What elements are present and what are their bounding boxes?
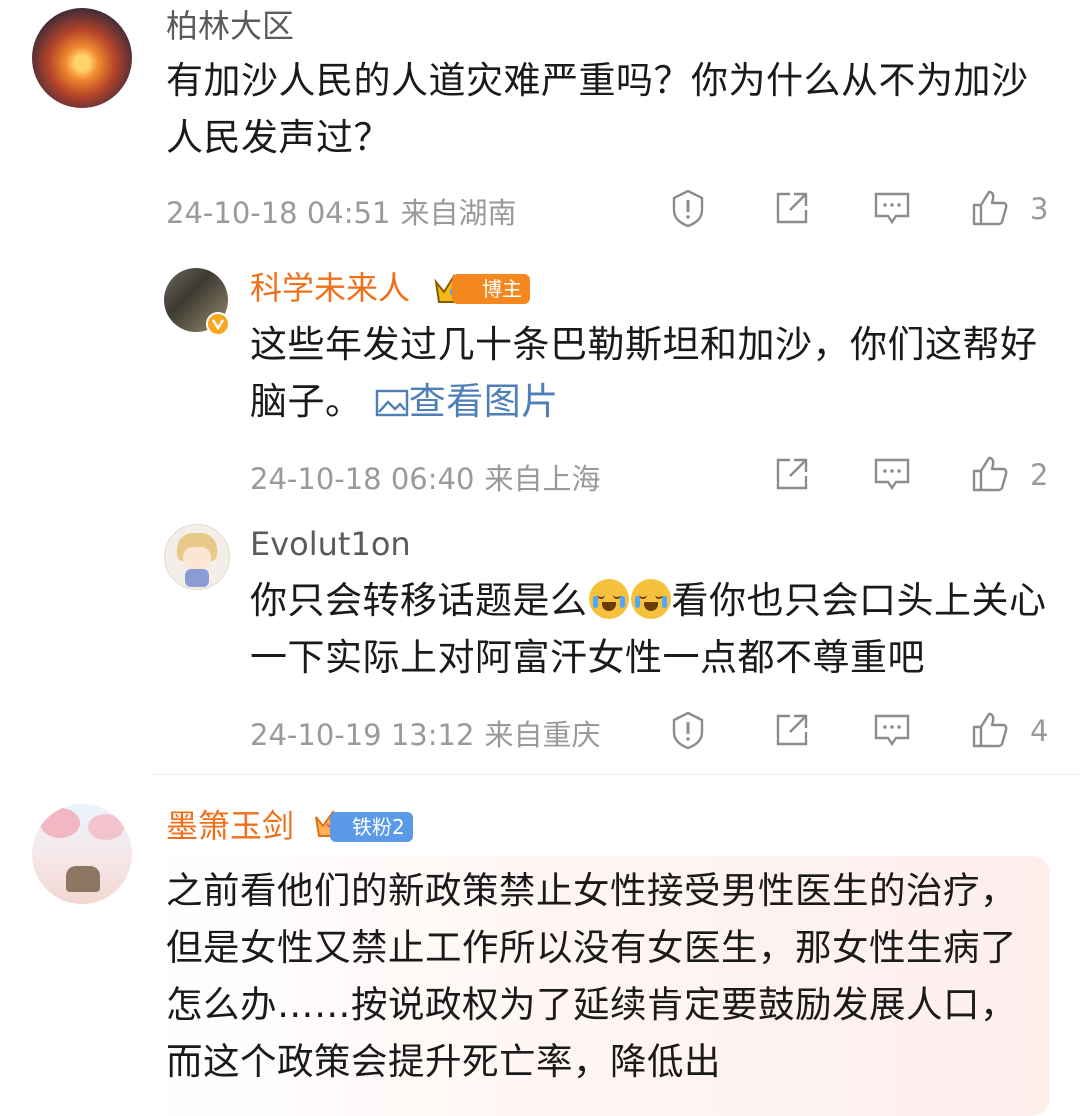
warning-shield-icon[interactable] bbox=[668, 188, 708, 228]
username[interactable]: Evolut1on bbox=[250, 524, 411, 564]
share-icon[interactable] bbox=[772, 710, 812, 750]
comment-location: 来自重庆 bbox=[484, 718, 601, 752]
username[interactable]: 墨箫玉剑 bbox=[166, 806, 294, 846]
thumbs-up-icon[interactable] bbox=[970, 710, 1010, 750]
comment-meta: 24-10-18 06:40 来自上海 bbox=[250, 456, 610, 498]
share-icon[interactable] bbox=[772, 188, 812, 228]
comment-text: 这些年发过几十条巴勒斯坦和加沙，你们这帮好脑子。 查看图片 bbox=[250, 316, 1050, 430]
comment-icon[interactable] bbox=[872, 188, 912, 228]
avatar[interactable] bbox=[164, 524, 230, 590]
fan-badge: 铁粉2 bbox=[330, 812, 413, 842]
view-image-text[interactable]: 查看图片 bbox=[409, 380, 559, 423]
blogger-badge: 博主 bbox=[452, 274, 530, 304]
like-count: 2 bbox=[1030, 458, 1049, 492]
avatar[interactable] bbox=[32, 8, 132, 108]
comment-date: 24-10-18 04:51 bbox=[166, 196, 391, 230]
comment-body: 这些年发过几十条巴勒斯坦和加沙，你们这帮好脑子。 bbox=[250, 323, 1038, 423]
image-icon bbox=[375, 389, 408, 417]
thumbs-up-icon[interactable] bbox=[970, 454, 1010, 494]
comment-icon[interactable] bbox=[872, 710, 912, 750]
username[interactable]: 柏林大区 bbox=[166, 6, 294, 46]
comment-text: 你只会转移话题是么 看你也只会口头上关心一下实际上对阿富汗女性一点都不尊重吧 bbox=[250, 572, 1050, 686]
thumbs-up-icon[interactable] bbox=[970, 188, 1010, 228]
comment-meta: 24-10-19 13:12 来自重庆 bbox=[250, 712, 610, 754]
comment-date: 24-10-18 06:40 bbox=[250, 462, 475, 496]
comment-body-start: 你只会转移话题是么 bbox=[250, 579, 588, 622]
view-image-link[interactable]: 查看图片 bbox=[375, 380, 559, 423]
laugh-cry-emoji-icon bbox=[630, 579, 671, 619]
laugh-cry-emoji-icon bbox=[588, 579, 629, 619]
like-count: 4 bbox=[1030, 714, 1049, 748]
comment-text: 有加沙人民的人道灾难严重吗？你为什么从不为加沙人民发声过？ bbox=[166, 59, 1029, 159]
share-icon[interactable] bbox=[772, 454, 812, 494]
comment-meta: 24-10-18 04:51 来自湖南 bbox=[166, 190, 526, 232]
like-count: 3 bbox=[1030, 192, 1049, 226]
comment-date: 24-10-19 13:12 bbox=[250, 718, 475, 752]
comment-location: 来自上海 bbox=[484, 462, 601, 496]
username[interactable]: 科学未来人 bbox=[250, 268, 410, 308]
warning-shield-icon[interactable] bbox=[668, 710, 708, 750]
comment-icon[interactable] bbox=[872, 454, 912, 494]
verified-icon bbox=[206, 312, 230, 336]
divider bbox=[150, 774, 1080, 775]
comment-location: 来自湖南 bbox=[400, 196, 517, 230]
avatar[interactable] bbox=[32, 804, 132, 904]
comment-text: 之前看他们的新政策禁止女性接受男性医生的治疗，但是女性又禁止工作所以没有女医生，… bbox=[166, 869, 1017, 1083]
